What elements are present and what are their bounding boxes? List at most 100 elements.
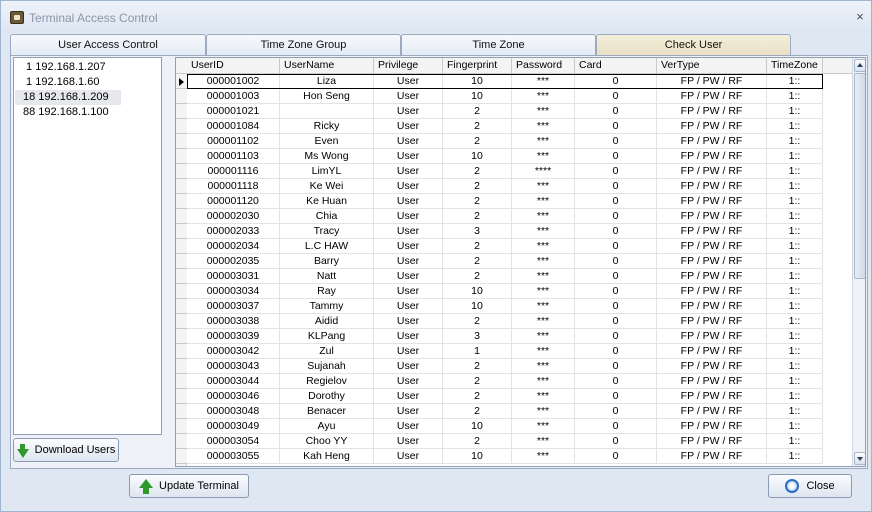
cell-fingerprint[interactable]: 2 (443, 434, 512, 449)
cell-password[interactable]: *** (512, 404, 575, 419)
cell-userid[interactable]: 000002030 (187, 209, 280, 224)
row-selector[interactable] (176, 329, 187, 344)
download-users-button[interactable]: Download Users (13, 438, 119, 462)
cell-vertype[interactable]: FP / PW / RF (657, 374, 767, 389)
cell-password[interactable]: *** (512, 224, 575, 239)
table-row[interactable]: 000001084 Ricky User 2 *** 0 FP / PW / RF 1:: (176, 119, 852, 134)
row-selector[interactable] (176, 209, 187, 224)
cell-privilege[interactable]: User (374, 449, 443, 464)
column-header-username[interactable]: UserName (280, 58, 374, 74)
cell-vertype[interactable]: FP / PW / RF (657, 134, 767, 149)
cell-timezone[interactable]: 1:: (767, 299, 823, 314)
cell-privilege[interactable]: User (374, 314, 443, 329)
cell-password[interactable]: *** (512, 389, 575, 404)
cell-fingerprint[interactable]: 2 (443, 179, 512, 194)
cell-privilege[interactable]: User (374, 359, 443, 374)
cell-vertype[interactable]: FP / PW / RF (657, 209, 767, 224)
cell-password[interactable]: *** (512, 374, 575, 389)
table-row[interactable]: 000003038 Aidid User 2 *** 0 FP / PW / RF 1:: (176, 314, 852, 329)
cell-vertype[interactable]: FP / PW / RF (657, 194, 767, 209)
cell-userid[interactable]: 000003054 (187, 434, 280, 449)
device-item[interactable]: 1 192.168.1.60 (15, 75, 121, 90)
cell-privilege[interactable]: User (374, 329, 443, 344)
cell-userid[interactable]: 000003037 (187, 299, 280, 314)
cell-userid[interactable]: 000001102 (187, 134, 280, 149)
cell-fingerprint[interactable]: 3 (443, 224, 512, 239)
cell-username[interactable]: Chia (280, 209, 374, 224)
cell-username[interactable]: Ray (280, 284, 374, 299)
cell-username[interactable]: LimYL (280, 164, 374, 179)
row-selector[interactable] (176, 284, 187, 299)
cell-fingerprint[interactable]: 2 (443, 164, 512, 179)
row-selector[interactable] (176, 344, 187, 359)
cell-vertype[interactable]: FP / PW / RF (657, 149, 767, 164)
cell-fingerprint[interactable]: 2 (443, 389, 512, 404)
cell-card[interactable]: 0 (575, 89, 657, 104)
cell-userid[interactable]: 000003044 (187, 374, 280, 389)
cell-userid[interactable]: 000001120 (187, 194, 280, 209)
cell-userid[interactable]: 000001003 (187, 89, 280, 104)
row-selector[interactable] (176, 404, 187, 419)
cell-username[interactable]: Kah Heng (280, 449, 374, 464)
cell-timezone[interactable]: 1:: (767, 179, 823, 194)
cell-timezone[interactable]: 1:: (767, 89, 823, 104)
device-item-selected[interactable]: 18 192.168.1.209 (15, 90, 121, 105)
cell-userid[interactable]: 000003046 (187, 389, 280, 404)
cell-privilege[interactable]: User (374, 374, 443, 389)
device-item[interactable]: 1 192.168.1.207 (15, 60, 121, 75)
cell-username[interactable]: Liza (280, 74, 374, 89)
row-selector[interactable] (176, 149, 187, 164)
cell-userid[interactable]: 000001084 (187, 119, 280, 134)
cell-timezone[interactable]: 1:: (767, 389, 823, 404)
cell-vertype[interactable]: FP / PW / RF (657, 269, 767, 284)
cell-timezone[interactable]: 1:: (767, 359, 823, 374)
cell-userid[interactable]: 000001118 (187, 179, 280, 194)
cell-timezone[interactable]: 1:: (767, 419, 823, 434)
tab-time-zone[interactable]: Time Zone (401, 34, 596, 55)
cell-privilege[interactable]: User (374, 104, 443, 119)
cell-username[interactable]: Benacer (280, 404, 374, 419)
table-row[interactable]: 000001116 LimYL User 2 **** 0 FP / PW / RF 1:: (176, 164, 852, 179)
cell-vertype[interactable]: FP / PW / RF (657, 164, 767, 179)
cell-username[interactable]: Ricky (280, 119, 374, 134)
cell-userid[interactable]: 000001116 (187, 164, 280, 179)
cell-privilege[interactable]: User (374, 269, 443, 284)
cell-timezone[interactable]: 1:: (767, 74, 823, 89)
cell-card[interactable]: 0 (575, 269, 657, 284)
cell-timezone[interactable]: 1:: (767, 119, 823, 134)
cell-username[interactable]: Tracy (280, 224, 374, 239)
cell-card[interactable]: 0 (575, 299, 657, 314)
cell-username[interactable]: Barry (280, 254, 374, 269)
cell-password[interactable]: *** (512, 134, 575, 149)
cell-fingerprint[interactable]: 10 (443, 149, 512, 164)
cell-card[interactable]: 0 (575, 134, 657, 149)
cell-username[interactable]: KLPang (280, 329, 374, 344)
cell-fingerprint[interactable]: 2 (443, 194, 512, 209)
cell-timezone[interactable]: 1:: (767, 134, 823, 149)
row-selector[interactable] (176, 269, 187, 284)
cell-userid[interactable]: 000002034 (187, 239, 280, 254)
row-selector[interactable] (176, 389, 187, 404)
cell-password[interactable]: *** (512, 119, 575, 134)
cell-privilege[interactable]: User (374, 434, 443, 449)
cell-password[interactable]: *** (512, 89, 575, 104)
row-selector[interactable] (176, 359, 187, 374)
cell-vertype[interactable]: FP / PW / RF (657, 314, 767, 329)
cell-username[interactable]: Ke Wei (280, 179, 374, 194)
cell-username[interactable]: Even (280, 134, 374, 149)
cell-card[interactable]: 0 (575, 239, 657, 254)
cell-card[interactable]: 0 (575, 419, 657, 434)
cell-privilege[interactable]: User (374, 239, 443, 254)
cell-card[interactable]: 0 (575, 194, 657, 209)
cell-username[interactable]: Sujanah (280, 359, 374, 374)
table-row[interactable]: 000001021 User 2 *** 0 FP / PW / RF 1:: (176, 104, 852, 119)
cell-card[interactable]: 0 (575, 254, 657, 269)
table-row[interactable]: 000002035 Barry User 2 *** 0 FP / PW / RF 1:: (176, 254, 852, 269)
table-row[interactable]: 000003044 Regielov User 2 *** 0 FP / PW / RF 1:… (176, 374, 852, 389)
cell-password[interactable]: *** (512, 149, 575, 164)
table-row[interactable]: 000001118 Ke Wei User 2 *** 0 FP / PW / RF 1:: (176, 179, 852, 194)
cell-vertype[interactable]: FP / PW / RF (657, 179, 767, 194)
cell-fingerprint[interactable]: 3 (443, 329, 512, 344)
cell-card[interactable]: 0 (575, 389, 657, 404)
cell-userid[interactable]: 000001103 (187, 149, 280, 164)
